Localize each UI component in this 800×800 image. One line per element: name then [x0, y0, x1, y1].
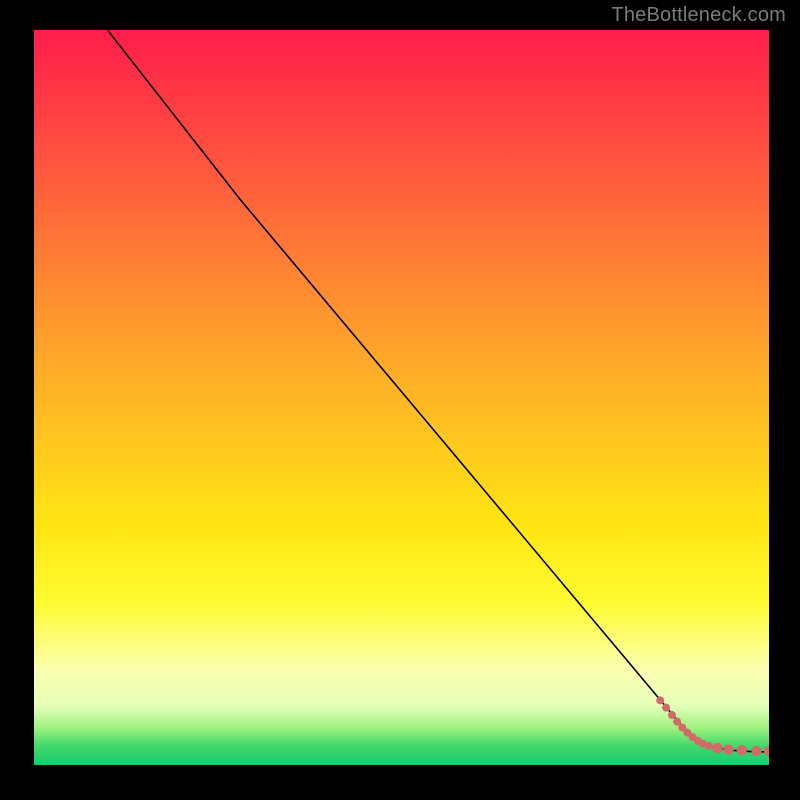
marker-dot	[668, 711, 676, 719]
chart-overlay	[34, 30, 769, 765]
chart-stage: TheBottleneck.com	[0, 0, 800, 800]
curve-path	[108, 30, 770, 752]
markers-group	[656, 696, 769, 756]
marker-dot	[662, 704, 670, 712]
marker-dot	[656, 696, 664, 704]
marker-dot	[737, 745, 747, 755]
attribution-label: TheBottleneck.com	[611, 4, 786, 27]
plot-area	[34, 30, 769, 765]
marker-dot	[712, 743, 722, 753]
marker-dot	[705, 742, 713, 750]
marker-dot	[764, 746, 769, 756]
marker-dot	[751, 746, 761, 756]
marker-dot	[723, 744, 733, 754]
